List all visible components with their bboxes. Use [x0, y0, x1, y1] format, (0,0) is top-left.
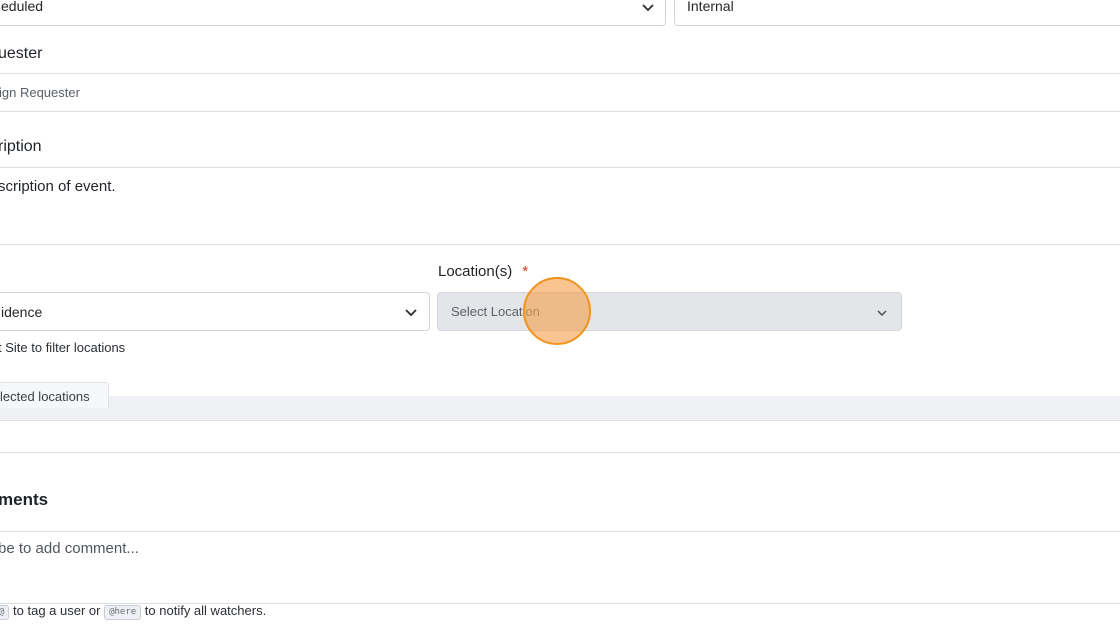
selected-locations-bar [0, 396, 1120, 420]
location-label: Location(s) * [438, 263, 528, 280]
divider [0, 420, 1120, 421]
required-mark: * [522, 263, 529, 280]
hint-text-1: to tag a user or [9, 603, 105, 618]
comment-input[interactable]: be to add comment... [0, 532, 1120, 603]
mention-chip: @ [0, 605, 10, 620]
description-value: scription of event. [0, 178, 116, 195]
divider [0, 244, 1120, 245]
requester-field[interactable]: ign Requester [0, 74, 1120, 111]
site-select[interactable]: idence [0, 292, 430, 331]
selected-locations-tab[interactable]: lected locations [0, 382, 109, 408]
chevron-down-icon [877, 310, 887, 317]
divider [0, 111, 1120, 112]
location-label-text: Location(s) [438, 263, 513, 280]
type-select-value: Internal [687, 0, 734, 14]
description-textarea[interactable]: scription of event. [0, 168, 1120, 244]
requester-label: uester [0, 45, 43, 62]
site-select-value: idence [1, 303, 43, 320]
status-select[interactable]: eduled [0, 0, 666, 26]
hint-text-2: to notify all watchers. [141, 603, 267, 618]
comment-placeholder: be to add comment... [0, 540, 139, 557]
requester-value: ign Requester [0, 85, 80, 100]
chevron-down-icon [642, 4, 654, 12]
chevron-down-icon [405, 309, 417, 317]
comment-hint: @ to tag a user or @here to notify all w… [0, 603, 266, 620]
location-select[interactable]: Select Location [437, 292, 902, 331]
description-label: ription [0, 138, 42, 155]
site-helper-text: t Site to filter locations [0, 340, 126, 355]
status-select-value: eduled [1, 0, 44, 14]
selected-locations-label: lected locations [0, 389, 90, 404]
here-chip: @here [104, 605, 142, 620]
type-select[interactable]: Internal [674, 0, 1120, 26]
click-indicator [523, 277, 591, 345]
divider [0, 452, 1120, 453]
comments-heading: ments [0, 490, 49, 509]
